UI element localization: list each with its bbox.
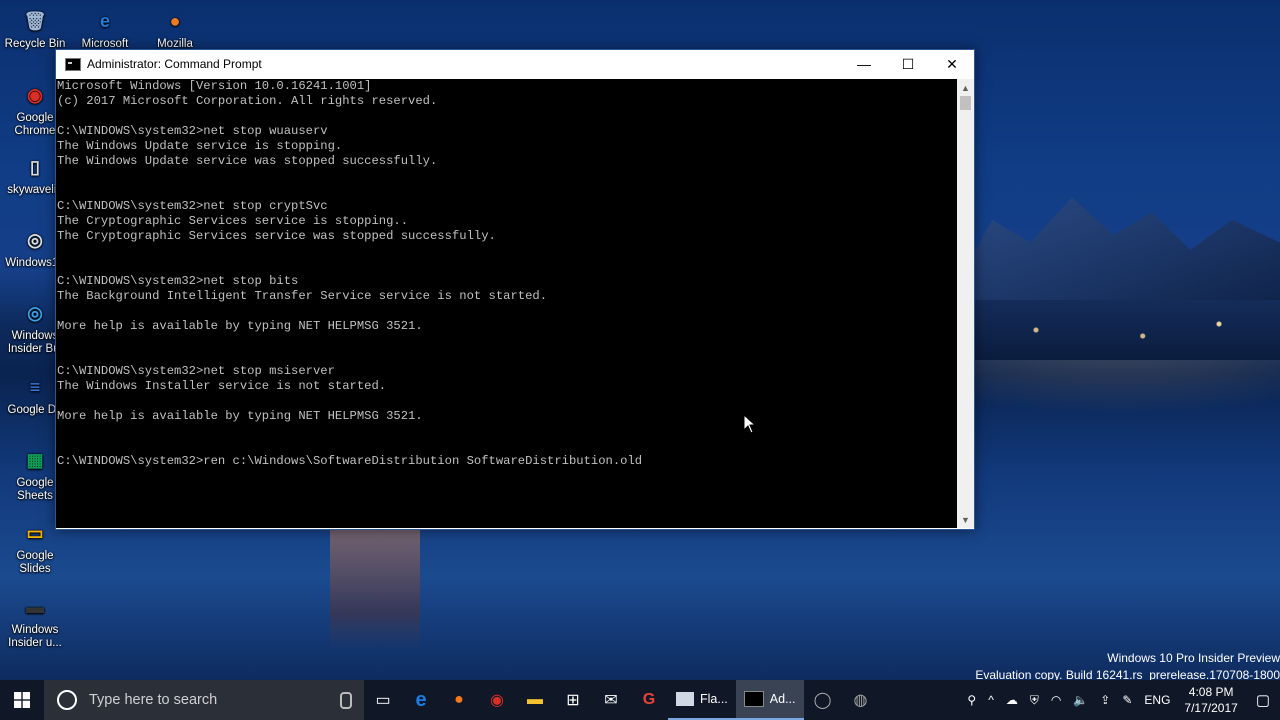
- taskbar-file-explorer-icon[interactable]: ▬: [516, 680, 554, 720]
- taskbar-mail-icon[interactable]: ✉: [592, 680, 630, 720]
- action-center-icon[interactable]: ▢: [1246, 691, 1280, 709]
- taskbar-edge-icon[interactable]: e: [402, 680, 440, 720]
- desktop-icon[interactable]: ● Mozilla: [140, 6, 210, 51]
- language-indicator[interactable]: ENG: [1138, 693, 1176, 707]
- google-sheets-icon: ▦: [26, 449, 44, 470]
- firefox-icon: ●: [169, 10, 181, 31]
- town-lights-scenery: [975, 300, 1280, 360]
- system-tray: ⚲ ^ ☁ ⛨ ◠ 🔈 ⇪ ✎ ENG 4:08 PM 7/17/2017 ▢: [961, 680, 1280, 720]
- console-line: The Windows Update service is stopping.: [57, 139, 343, 153]
- scroll-down-icon[interactable]: ▼: [957, 511, 974, 528]
- desktop-icon[interactable]: ▬ Windows Insider u...: [0, 592, 70, 650]
- security-icon[interactable]: ⛨: [1024, 693, 1045, 708]
- clock-date: 7/17/2017: [1184, 701, 1238, 715]
- taskbar-store-icon[interactable]: ⊞: [554, 680, 592, 720]
- window-titlebar[interactable]: Administrator: Command Prompt — ☐ ✕: [56, 50, 974, 78]
- command-prompt-icon: [65, 57, 81, 71]
- show-hidden-icons-icon[interactable]: ^: [982, 693, 1000, 707]
- taskbar-google-icon[interactable]: G: [630, 680, 668, 720]
- chrome-icon: ◉: [27, 84, 43, 105]
- upload-icon[interactable]: ⇪: [1094, 693, 1116, 707]
- taskbar-firefox-icon[interactable]: ●: [440, 680, 478, 720]
- recycle-bin-icon: 🗑: [23, 10, 47, 31]
- google-slides-icon: ▭: [26, 522, 44, 543]
- taskbar-app-label: Fla...: [700, 692, 728, 706]
- watermark-line-1: Windows 10 Pro Insider Preview: [1107, 651, 1280, 665]
- onedrive-icon[interactable]: ☁: [1000, 693, 1024, 707]
- console-line: C:\WINDOWS\system32>net stop msiserver: [57, 364, 335, 378]
- console-line: The Cryptographic Services service is st…: [57, 214, 409, 228]
- network-icon[interactable]: ◠: [1045, 693, 1067, 707]
- maximize-button[interactable]: ☐: [886, 50, 930, 78]
- taskbar: Type here to search ▭ e ● ◉ ▬ ⊞ ✉ G Fla.…: [0, 680, 1280, 720]
- window-title: Administrator: Command Prompt: [87, 57, 262, 71]
- desktop-icon-label: Google Slides: [16, 550, 54, 575]
- console-output[interactable]: Microsoft Windows [Version 10.0.16241.10…: [56, 79, 957, 528]
- console-line: (c) 2017 Microsoft Corporation. All righ…: [57, 94, 438, 108]
- close-button[interactable]: ✕: [930, 50, 974, 78]
- edge-icon: e: [99, 10, 110, 31]
- taskbar-app-flashback[interactable]: Fla...: [668, 680, 736, 720]
- taskbar-user-avatar-icon[interactable]: ◯: [804, 680, 842, 720]
- desktop-icon-label: Windows Insider u...: [8, 624, 62, 649]
- minimize-button[interactable]: —: [842, 50, 886, 78]
- console-line: C:\WINDOWS\system32>ren c:\Windows\Softw…: [57, 454, 643, 468]
- console-line: The Windows Update service was stopped s…: [57, 154, 438, 168]
- taskbar-photo-icon[interactable]: ◍: [842, 680, 880, 720]
- console-line: The Cryptographic Services service was s…: [57, 229, 496, 243]
- taskbar-app-command-prompt[interactable]: Ad...: [735, 680, 804, 720]
- disc-icon: ◎: [27, 229, 43, 250]
- console-line: Microsoft Windows [Version 10.0.16241.10…: [57, 79, 372, 93]
- clock[interactable]: 4:08 PM 7/17/2017: [1176, 684, 1245, 716]
- console-line: C:\WINDOWS\system32>net stop bits: [57, 274, 299, 288]
- taskbar-app-label: Ad...: [769, 692, 796, 706]
- taskbar-running-apps: Fla... Ad...: [668, 680, 804, 720]
- vertical-scrollbar[interactable]: ▲ ▼: [957, 79, 974, 528]
- console-line: More help is available by typing NET HEL…: [57, 409, 423, 423]
- command-prompt-icon: [743, 691, 764, 707]
- file-icon: ▯: [30, 156, 40, 177]
- lake-reflection: [330, 530, 420, 650]
- desktop-icon[interactable]: 🗑 Recycle Bin: [0, 6, 70, 51]
- console-line: The Background Intelligent Transfer Serv…: [57, 289, 548, 303]
- task-view-icon[interactable]: ▭: [364, 680, 402, 720]
- pen-icon[interactable]: ✎: [1116, 693, 1138, 707]
- insider-icon: ◎: [27, 302, 43, 323]
- google-docs-icon: ≡: [29, 376, 41, 397]
- insider-shortcut-icon: ▬: [26, 596, 44, 617]
- cortana-icon: [57, 690, 77, 710]
- evaluation-watermark: Windows 10 Pro Insider Preview Evaluatio…: [975, 650, 1280, 684]
- app-window-icon: [676, 692, 694, 706]
- people-icon[interactable]: ⚲: [961, 693, 982, 707]
- command-prompt-window[interactable]: Administrator: Command Prompt — ☐ ✕ Micr…: [55, 49, 975, 530]
- windows-logo-icon: [14, 692, 30, 708]
- microphone-icon[interactable]: [340, 691, 352, 709]
- console-line: The Windows Installer service is not sta…: [57, 379, 387, 393]
- start-button[interactable]: [0, 680, 44, 720]
- clock-time: 4:08 PM: [1188, 685, 1234, 699]
- scroll-up-icon[interactable]: ▲: [957, 79, 974, 96]
- volume-icon[interactable]: 🔈: [1067, 693, 1094, 707]
- scrollbar-thumb[interactable]: [960, 96, 971, 110]
- taskbar-chrome-icon[interactable]: ◉: [478, 680, 516, 720]
- desktop-icon[interactable]: e Microsoft: [70, 6, 140, 51]
- console-line: C:\WINDOWS\system32>net stop cryptSvc: [57, 199, 328, 213]
- console-line: C:\WINDOWS\system32>net stop wuauserv: [57, 124, 328, 138]
- console-line: More help is available by typing NET HEL…: [57, 319, 423, 333]
- search-placeholder: Type here to search: [89, 692, 218, 708]
- taskbar-search-box[interactable]: Type here to search: [44, 680, 364, 720]
